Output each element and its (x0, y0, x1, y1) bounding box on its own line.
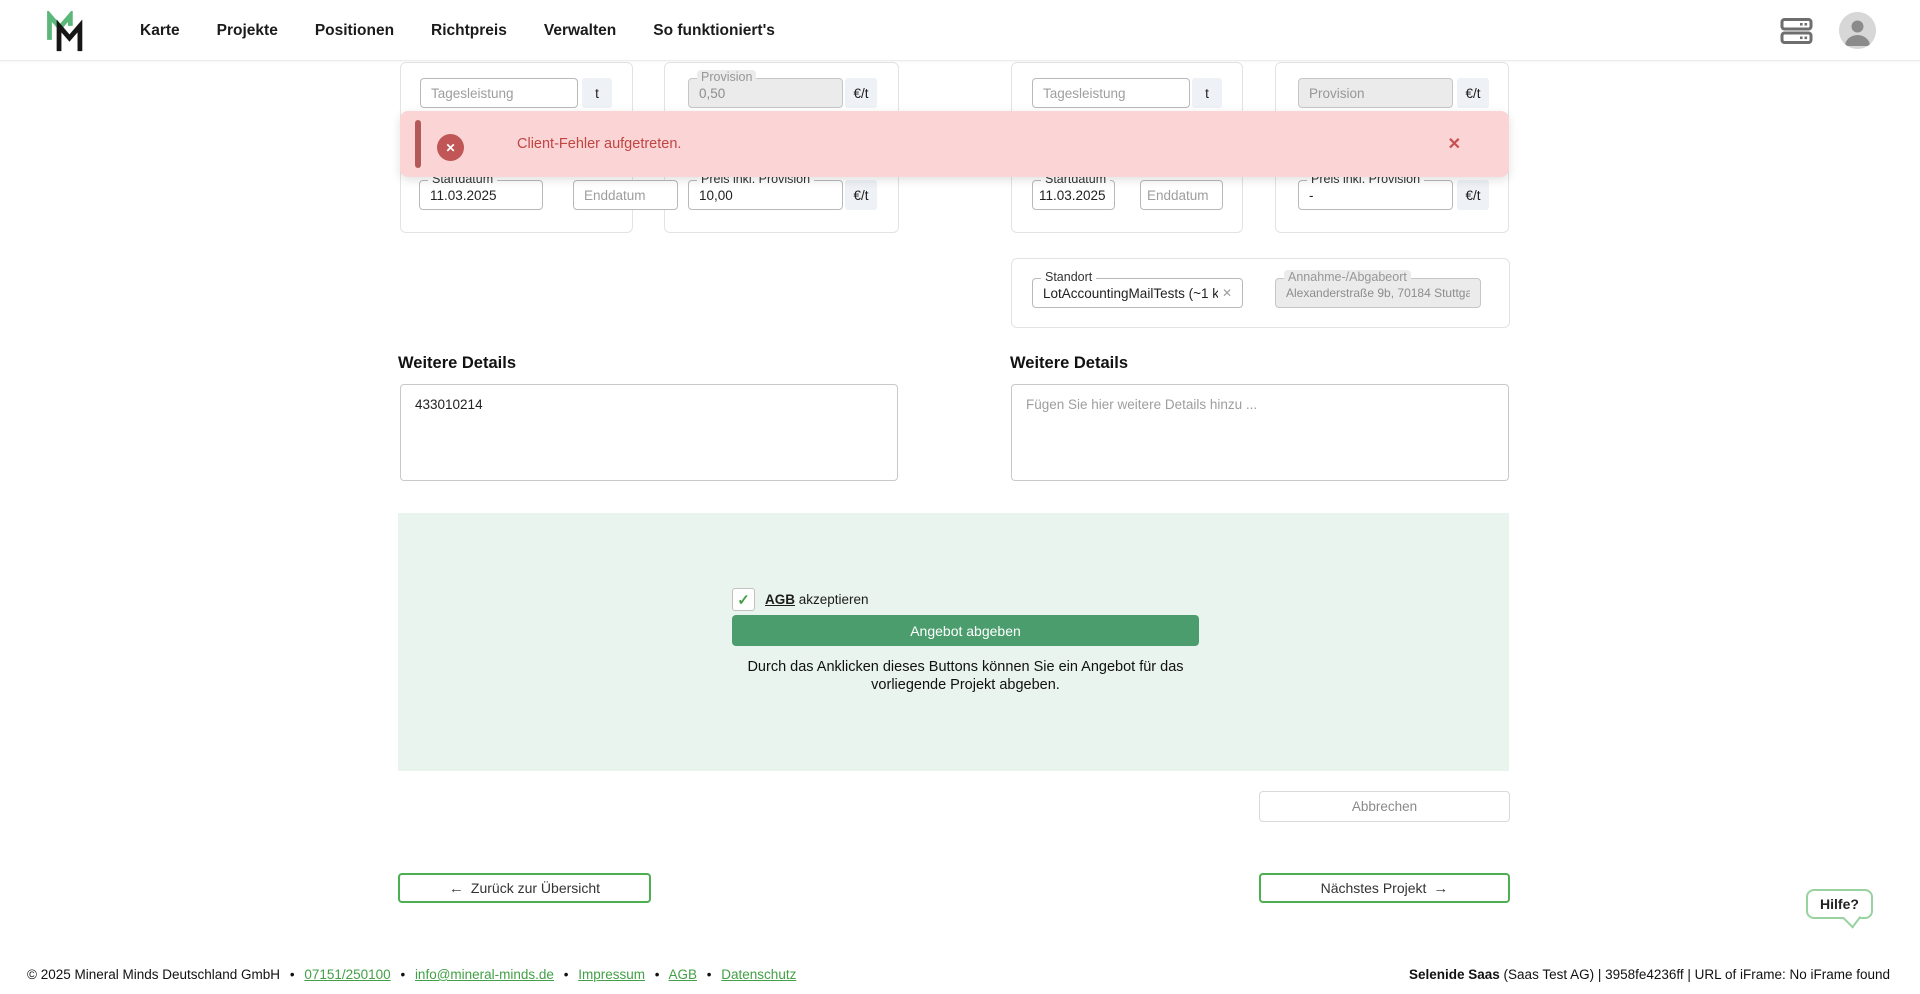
preis-inkl-provision-field-right[interactable]: Preis inkl. Provision - (1298, 180, 1453, 210)
next-button-label: Nächstes Projekt (1321, 880, 1427, 896)
help-button[interactable]: Hilfe? (1806, 889, 1873, 919)
error-icon: ✕ (437, 134, 464, 161)
nav-richtpreis[interactable]: Richtpreis (431, 22, 507, 40)
next-project-button[interactable]: Nächstes Projekt → (1259, 873, 1510, 903)
agb-label: AGB akzeptieren (765, 592, 869, 607)
main-nav: Karte Projekte Positionen Richtpreis Ver… (140, 0, 775, 61)
brand-logo-icon[interactable] (46, 11, 86, 53)
agb-footer-link[interactable]: AGB (669, 967, 698, 982)
nav-projekte[interactable]: Projekte (217, 22, 278, 40)
toast-close-icon[interactable]: ✕ (1448, 111, 1461, 177)
app-root: Karte Projekte Positionen Richtpreis Ver… (0, 0, 1920, 994)
unit-t-left: t (582, 78, 612, 108)
nav-karte[interactable]: Karte (140, 22, 180, 40)
unit-eur-per-t-preis-left: €/t (845, 180, 877, 210)
footer: © 2025 Mineral Minds Deutschland GmbH • … (0, 960, 1920, 994)
cancel-button[interactable]: Abbrechen (1259, 791, 1510, 822)
enddatum-input-right[interactable] (1140, 180, 1223, 210)
details-heading-left: Weitere Details (398, 354, 516, 373)
preis-value-right: - (1309, 188, 1442, 203)
offer-description: Durch das Anklicken dieses Buttons könne… (732, 658, 1199, 694)
agb-row: ✓ AGB akzeptieren (732, 588, 869, 611)
standort-field[interactable]: Standort LotAccountingMailTests (~1 k...… (1032, 278, 1243, 308)
unit-eur-per-t-right: €/t (1457, 78, 1489, 108)
copyright-text: © 2025 Mineral Minds Deutschland GmbH (27, 967, 280, 982)
standort-label: Standort (1041, 270, 1096, 284)
check-icon: ✓ (737, 591, 750, 609)
provision-label-left: Provision (697, 70, 756, 84)
impressum-link[interactable]: Impressum (578, 967, 645, 982)
toast-accent-bar (415, 120, 421, 168)
server-icon[interactable] (1780, 15, 1813, 47)
annahme-abgabeort-field: Annahme-/Abgabeort Alexanderstraße 9b, 7… (1275, 278, 1481, 308)
nav-positionen[interactable]: Positionen (315, 22, 394, 40)
back-to-overview-button[interactable]: ← Zurück zur Übersicht (398, 873, 651, 903)
provision-field-left: Provision 0,50 (688, 78, 843, 108)
provision-value-left: 0,50 (699, 86, 832, 101)
unit-eur-per-t-left: €/t (845, 78, 877, 108)
unit-t-right: t (1192, 78, 1222, 108)
error-toast: ✕ Client-Fehler aufgetreten. ✕ (400, 111, 1509, 177)
email-link[interactable]: info@mineral-minds.de (415, 967, 554, 982)
abgabeort-value: Alexanderstraße 9b, 70184 Stuttgart (1286, 286, 1470, 300)
preis-inkl-provision-field-left[interactable]: Preis inkl. Provision 10,00 (688, 180, 843, 210)
toast-message: Client-Fehler aufgetreten. (517, 111, 681, 177)
separator-dot: • (707, 967, 712, 982)
saas-name: Selenide Saas (1409, 967, 1500, 982)
separator-dot: • (655, 967, 660, 982)
clear-icon[interactable]: ✕ (1222, 286, 1232, 300)
details-heading-right: Weitere Details (1010, 354, 1128, 373)
nav-verwalten[interactable]: Verwalten (544, 22, 616, 40)
submit-offer-button[interactable]: Angebot abgeben (732, 615, 1199, 646)
separator-dot: • (400, 967, 405, 982)
preis-value-left: 10,00 (699, 188, 832, 203)
phone-link[interactable]: 07151/250100 (304, 967, 390, 982)
saas-info: (Saas Test AG) | 3958fe4236ff | URL of i… (1500, 967, 1890, 982)
top-nav: Karte Projekte Positionen Richtpreis Ver… (0, 0, 1920, 61)
separator-dot: • (290, 967, 295, 982)
startdatum-value-right: 11.03.2025 (1039, 188, 1108, 203)
user-avatar-icon[interactable] (1839, 12, 1876, 49)
back-button-label: Zurück zur Übersicht (471, 880, 600, 896)
datenschutz-link[interactable]: Datenschutz (721, 967, 796, 982)
startdatum-field-right[interactable]: Startdatum 11.03.2025 (1032, 180, 1115, 210)
footer-left: © 2025 Mineral Minds Deutschland GmbH • … (27, 967, 796, 982)
agb-checkbox[interactable]: ✓ (732, 588, 755, 611)
arrow-right-icon: → (1433, 880, 1448, 897)
provision-field-right: Provision (1298, 78, 1453, 108)
tagesleistung-input-left[interactable] (420, 78, 578, 108)
footer-right: Selenide Saas (Saas Test AG) | 3958fe423… (1409, 967, 1890, 982)
details-textarea-left[interactable] (400, 384, 898, 481)
enddatum-input-left[interactable] (573, 180, 678, 210)
nav-so-funktionierts[interactable]: So funktioniert's (653, 22, 775, 40)
unit-eur-per-t-preis-right: €/t (1457, 180, 1489, 210)
details-textarea-right[interactable] (1011, 384, 1509, 481)
separator-dot: • (564, 967, 569, 982)
abgabeort-label: Annahme-/Abgabeort (1284, 270, 1411, 284)
startdatum-field-left[interactable]: Startdatum 11.03.2025 (419, 180, 543, 210)
provision-placeholder-right: Provision (1309, 86, 1442, 101)
arrow-left-icon: ← (449, 880, 464, 897)
standort-value: LotAccountingMailTests (~1 k... (1043, 286, 1218, 301)
tagesleistung-input-right[interactable] (1032, 78, 1190, 108)
agb-link[interactable]: AGB (765, 592, 795, 607)
startdatum-value-left: 11.03.2025 (430, 188, 532, 203)
nav-icon-group (1780, 0, 1876, 61)
agb-suffix: akzeptieren (799, 592, 869, 607)
